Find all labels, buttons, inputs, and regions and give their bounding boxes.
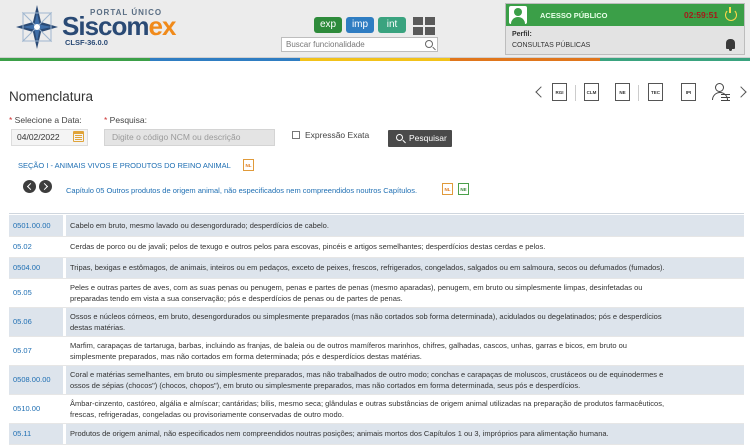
search-icon[interactable] — [425, 40, 433, 48]
ncm-description: Peles e outras partes de aves, com as su… — [66, 278, 744, 307]
table-row[interactable]: 05.07 Marfim, carapaças de tartaruga, bar… — [9, 336, 744, 365]
user-list-icon[interactable] — [712, 83, 730, 102]
description-line: Coral e matérias semelhantes, em bruto o… — [70, 369, 664, 379]
table-row[interactable]: 05.06 Ossos e núcleos córneos, em bruto, … — [9, 307, 744, 336]
ncm-description: Cabelo em bruto, mesmo lavado ou desengo… — [66, 215, 744, 236]
description-line: Âmbar-cinzento, castóreo, algália e almí… — [70, 398, 665, 408]
doc-ipi-icon[interactable]: IPI — [681, 83, 696, 101]
ncm-code[interactable]: 05.07 — [9, 336, 63, 365]
back-circle-icon[interactable] — [23, 180, 36, 193]
ncm-description: Marfim, carapaças de tartaruga, barbas, … — [66, 336, 744, 365]
perfil-label: Perfil: — [512, 31, 532, 38]
ncm-description: Ossos e núcleos córneos, em bruto, desen… — [66, 307, 744, 336]
ncm-code[interactable]: 0510.00 — [9, 394, 63, 423]
table-row[interactable]: 0504.00 Tripas, bexigas e estômagos, de a… — [9, 257, 744, 278]
forward-circle-icon[interactable] — [39, 180, 52, 193]
search-button-icon — [396, 134, 403, 141]
description-line: preparadas tendo em vista a sua conserva… — [70, 293, 403, 303]
doc-ne-icon[interactable]: NE — [615, 83, 630, 101]
user-panel: ACESSO PÚBLICO 02:59:51 Perfil: CONSULTA… — [505, 3, 745, 55]
bell-icon[interactable] — [726, 39, 735, 51]
description-line: frescas, refrigeradas, congeladas ou pro… — [70, 409, 344, 419]
date-label: * Selecione a Data: — [9, 115, 82, 125]
search-functionality-placeholder: Buscar funcionalidade — [286, 40, 365, 49]
ncm-description: Produtos de origem animal, não especific… — [66, 423, 744, 444]
ncm-description: Tripas, bexigas e estômagos, de animais,… — [66, 257, 744, 278]
table-row[interactable]: 05.05 Peles e outras partes de aves, com … — [9, 278, 744, 307]
ncm-search-input[interactable]: Digite o código NCM ou descrição — [104, 129, 275, 146]
ncm-code[interactable]: 05.11 — [9, 423, 63, 444]
next-arrow-icon[interactable] — [735, 85, 749, 101]
table-row[interactable]: 05.11 Produtos de origem animal, não espe… — [9, 423, 744, 444]
session-clock: 02:59:51 — [684, 10, 719, 20]
doc-tec-icon[interactable]: TEC — [648, 83, 663, 101]
document-toolbar: RGI CLM NE TEC IPI — [535, 83, 750, 103]
description-line: Cerdas de porco ou de javali; pelos de t… — [70, 242, 546, 251]
description-line: ossos de sépias (chocos") (chocos, chopo… — [70, 380, 581, 390]
chapter-nl-icon[interactable]: NL — [442, 183, 453, 195]
wordmark-siscom: Siscom — [62, 11, 149, 41]
exact-expression-checkbox[interactable] — [292, 131, 300, 139]
doc-rgi-icon[interactable]: RGI — [552, 83, 567, 101]
page-title: Nomenclatura — [9, 89, 94, 104]
chapter-link[interactable]: Capítulo 05 Outros produtos de origem an… — [66, 186, 417, 195]
description-line: Peles e outras partes de aves, com as su… — [70, 282, 643, 292]
table-row[interactable]: 0508.00.00 Coral e matérias semelhantes, … — [9, 365, 744, 394]
ncm-table: 0501.00.00 Cabelo em bruto, mesmo lavado … — [9, 215, 744, 445]
user-status-bar: ACESSO PÚBLICO 02:59:51 — [506, 4, 744, 26]
system-version: CLSF-36.0.0 — [65, 38, 108, 47]
section-link[interactable]: SEÇÃO I - ANIMAIS VIVOS E PRODUTOS DO RE… — [18, 161, 231, 170]
description-line: simplesmente preparados, mas não cortado… — [70, 351, 422, 361]
ncm-code[interactable]: 05.06 — [9, 307, 63, 336]
section-nl-icon[interactable]: NL — [243, 159, 254, 171]
user-avatar-icon[interactable] — [509, 6, 527, 24]
ncm-description: Âmbar-cinzento, castóreo, algália e almí… — [66, 394, 744, 423]
ncm-code[interactable]: 0504.00 — [9, 257, 63, 278]
perfil-value: CONSULTAS PÚBLICAS — [512, 42, 591, 49]
siscomex-star-logo-icon — [16, 5, 58, 49]
previous-arrow-icon[interactable] — [535, 85, 547, 101]
toolbar-divider — [638, 85, 639, 101]
ncm-description: Coral e matérias semelhantes, em bruto o… — [66, 365, 744, 394]
table-row[interactable]: 0501.00.00 Cabelo em bruto, mesmo lavado … — [9, 215, 744, 236]
ncm-code[interactable]: 0501.00.00 — [9, 215, 63, 236]
siscomex-wordmark: Siscomex — [62, 11, 177, 41]
power-icon[interactable] — [725, 7, 737, 21]
exact-expression-label: Expressão Exata — [305, 130, 370, 140]
search-functionality-input[interactable]: Buscar funcionalidade — [281, 37, 438, 52]
ncm-description: Cerdas de porco ou de javali; pelos de t… — [66, 236, 744, 257]
description-line: Ossos e núcleos córneos, em bruto, desen… — [70, 311, 662, 321]
wordmark-ex: ex — [148, 11, 177, 41]
calendar-icon[interactable] — [73, 131, 84, 142]
module-int-button[interactable]: int — [378, 17, 406, 33]
table-row[interactable]: 0510.00 Âmbar-cinzento, castóreo, algália… — [9, 394, 744, 423]
search-label: * Pesquisa: — [104, 115, 148, 125]
access-label: ACESSO PÚBLICO — [540, 11, 608, 20]
table-row[interactable]: 05.02 Cerdas de porco ou de javali; pelos… — [9, 236, 744, 257]
module-exp-button[interactable]: exp — [314, 17, 342, 33]
description-line: Cabelo em bruto, mesmo lavado ou desengo… — [70, 220, 329, 230]
top-header: PORTAL ÚNICO Siscomex CLSF-36.0.0 exp im… — [0, 0, 750, 58]
ncm-code[interactable]: 05.02 — [9, 236, 63, 257]
ncm-code[interactable]: 0508.00.00 — [9, 365, 63, 394]
color-stripe — [0, 58, 750, 61]
ncm-code[interactable]: 05.05 — [9, 278, 63, 307]
apps-grid-icon[interactable] — [413, 17, 435, 35]
description-line: destas matérias. — [70, 322, 126, 332]
description-line: Produtos de origem animal, não especific… — [70, 429, 609, 438]
description-line: Tripas, bexigas e estômagos, de animais,… — [70, 263, 665, 272]
chapter-ne-icon[interactable]: NE — [458, 183, 469, 195]
toolbar-divider — [575, 85, 576, 101]
table-top-border — [9, 213, 744, 214]
module-imp-button[interactable]: imp — [346, 17, 374, 33]
description-line: Marfim, carapaças de tartaruga, barbas, … — [70, 340, 627, 350]
doc-clm-icon[interactable]: CLM — [584, 83, 599, 101]
search-button[interactable]: Pesquisar — [388, 130, 452, 147]
